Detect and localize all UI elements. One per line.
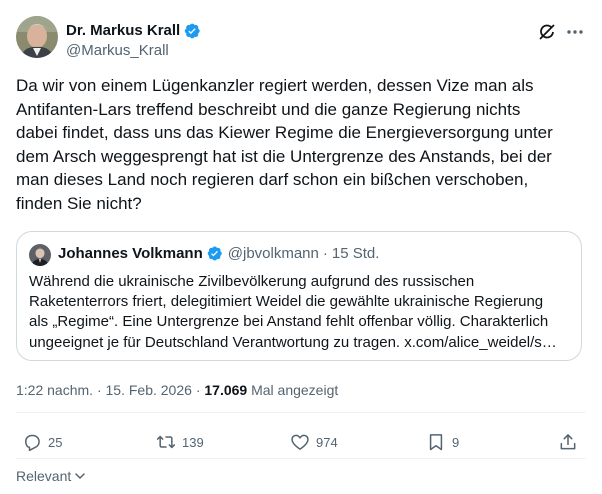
tweet-time[interactable]: 1:22 nachm. bbox=[16, 382, 93, 398]
verified-badge-icon bbox=[183, 22, 201, 40]
more-options-icon[interactable] bbox=[565, 22, 585, 42]
bookmark-icon bbox=[429, 434, 443, 451]
quoted-verified-badge-icon bbox=[206, 245, 223, 262]
share-button[interactable] bbox=[558, 432, 584, 452]
bookmark-count: 9 bbox=[452, 434, 460, 450]
reply-sort-selector[interactable]: Relevant bbox=[16, 468, 87, 484]
reply-count: 25 bbox=[48, 434, 63, 450]
author-handle[interactable]: @Markus_Krall bbox=[66, 42, 169, 59]
divider bbox=[16, 458, 586, 459]
quoted-display-name: Johannes Volkmann bbox=[58, 245, 203, 262]
tweet-date[interactable]: 15. Feb. 2026 bbox=[106, 382, 192, 398]
meta-separator: · bbox=[195, 382, 201, 398]
quoted-tweet[interactable]: Johannes Volkmann @jbvolkmann · 15 Std. … bbox=[16, 231, 582, 361]
grok-icon[interactable] bbox=[537, 22, 557, 42]
author-display-name[interactable]: Dr. Markus Krall bbox=[66, 22, 180, 40]
author-name-row: Dr. Markus Krall bbox=[66, 22, 201, 40]
retweet-icon bbox=[156, 435, 176, 449]
divider bbox=[16, 412, 586, 413]
tweet-meta: 1:22 nachm. · 15. Feb. 2026 · 17.069 Mal… bbox=[16, 382, 338, 398]
meta-separator: · bbox=[96, 382, 102, 398]
heart-icon bbox=[291, 434, 309, 450]
quoted-timestamp: 15 Std. bbox=[331, 245, 380, 262]
reply-button[interactable]: 25 bbox=[22, 432, 62, 452]
retweet-button[interactable]: 139 bbox=[156, 432, 204, 452]
share-icon bbox=[560, 434, 576, 450]
retweet-count: 139 bbox=[182, 434, 204, 450]
tweet-card: Dr. Markus Krall @Markus_Krall Da wir vo… bbox=[0, 0, 602, 494]
quoted-author-avatar bbox=[29, 244, 51, 266]
like-button[interactable]: 974 bbox=[290, 432, 338, 452]
reply-sort-label: Relevant bbox=[16, 468, 72, 484]
views-count: 17.069 bbox=[204, 382, 248, 398]
tweet-text: Da wir von einem Lügenkanzler regiert we… bbox=[16, 76, 553, 213]
chevron-down-icon bbox=[75, 473, 86, 479]
author-avatar[interactable] bbox=[16, 16, 58, 58]
quoted-text: Während die ukrainische Zivilbevölkerung… bbox=[29, 273, 557, 351]
quoted-header: Johannes Volkmann @jbvolkmann · 15 Std. bbox=[58, 245, 379, 262]
views-label: Mal angezeigt bbox=[251, 382, 339, 398]
quoted-handle: @jbvolkmann bbox=[227, 245, 319, 262]
quoted-separator: · bbox=[322, 245, 328, 262]
like-count: 974 bbox=[316, 434, 338, 450]
bookmark-button[interactable]: 9 bbox=[426, 432, 459, 452]
reply-icon bbox=[25, 434, 40, 452]
